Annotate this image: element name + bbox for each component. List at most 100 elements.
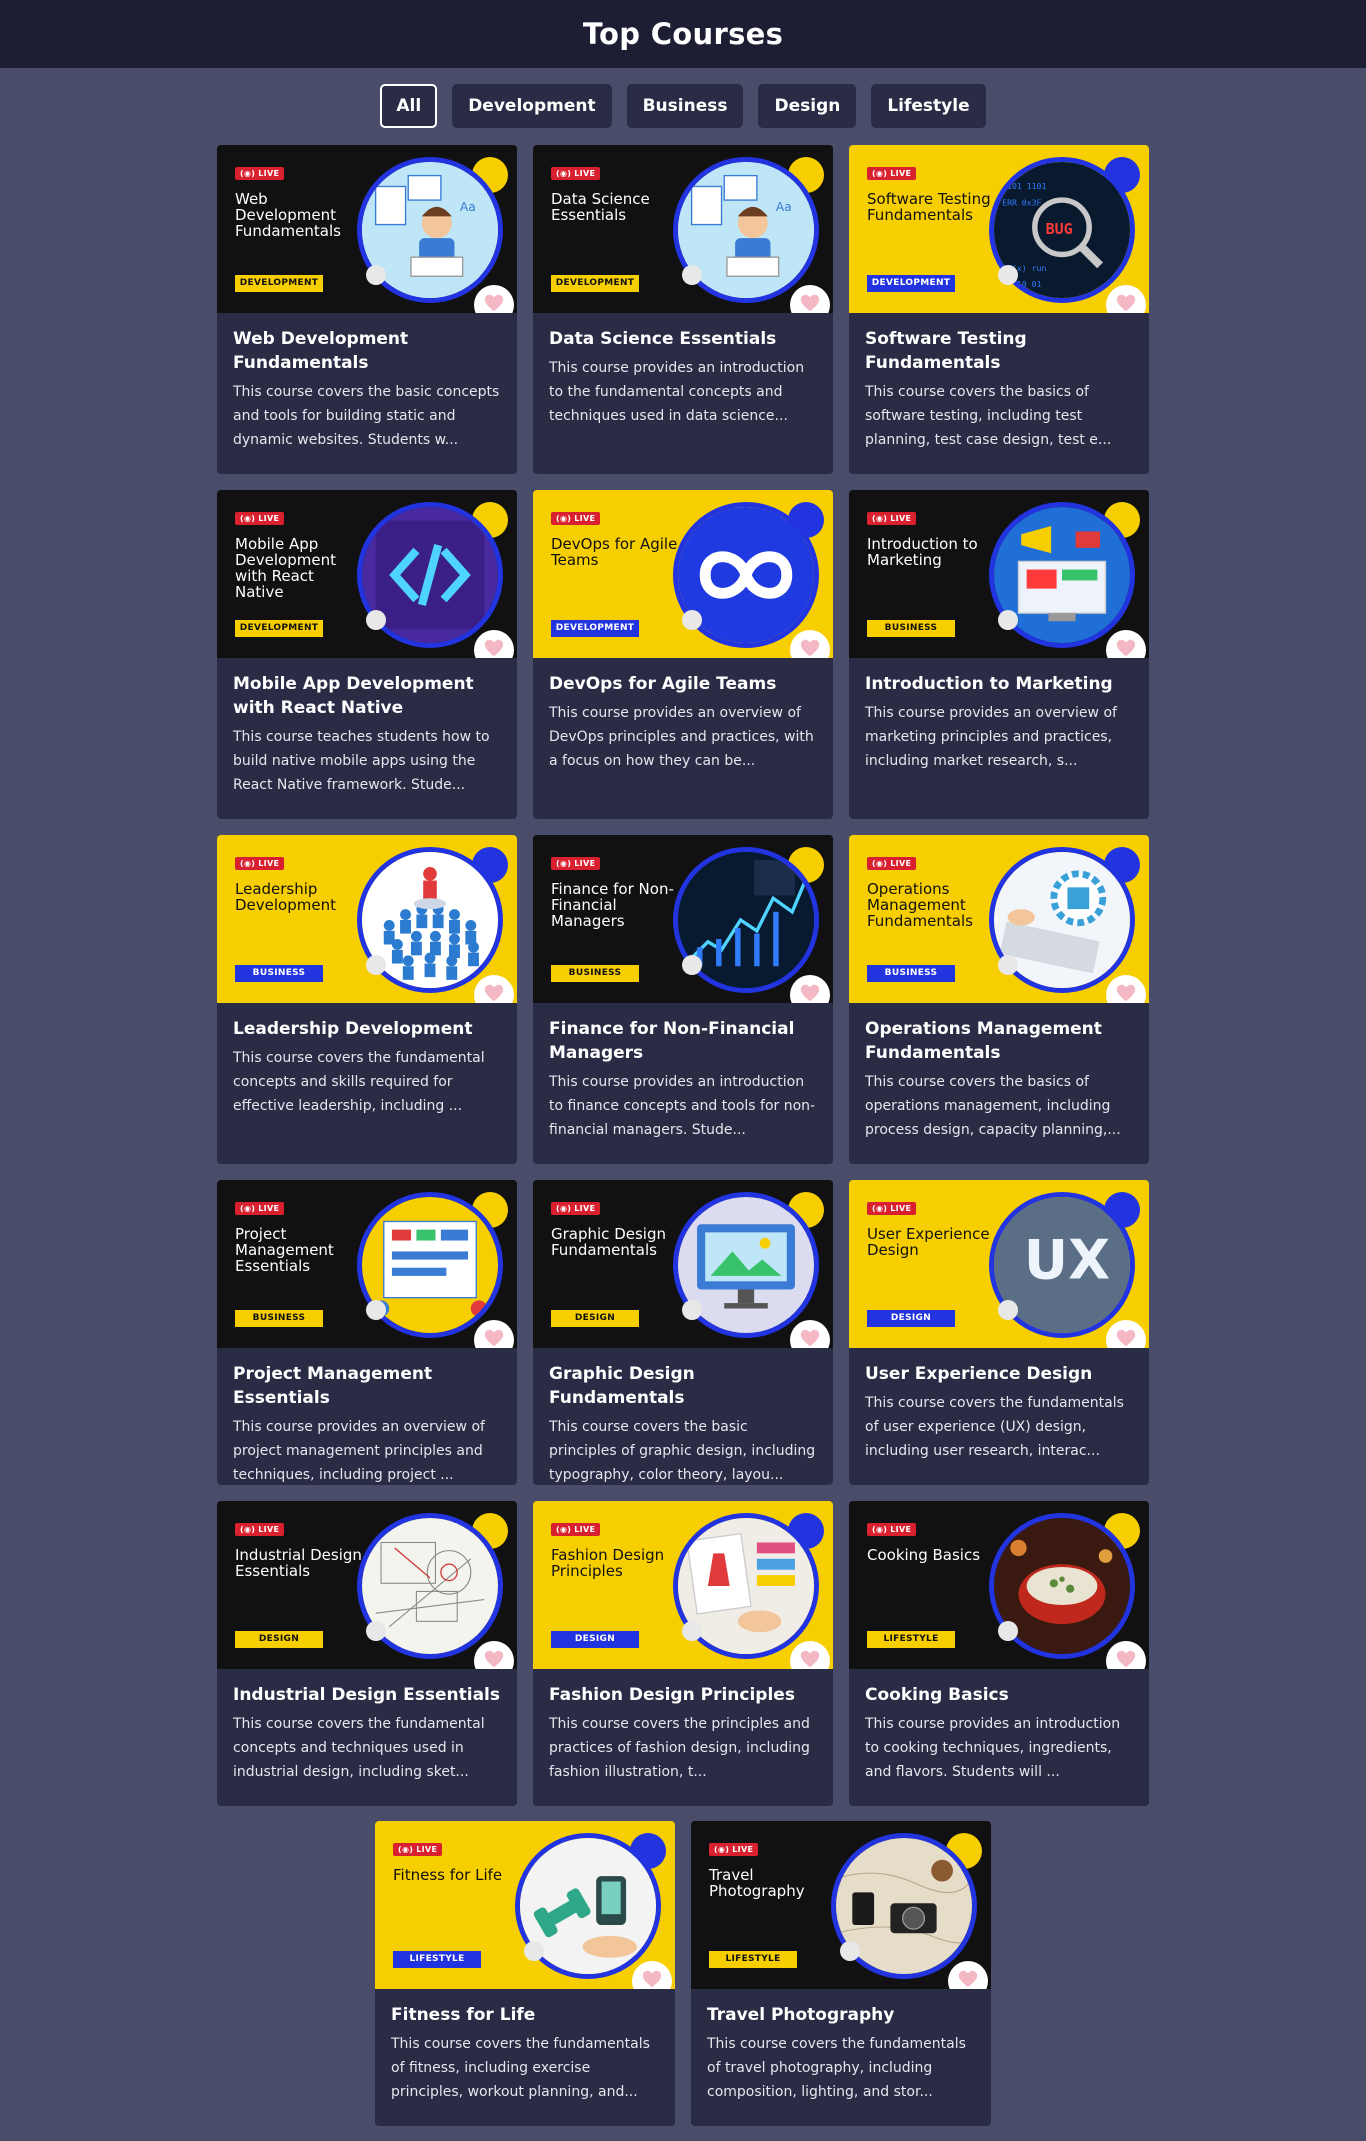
course-thumbnail[interactable]: (◉) LIVE Operations Management Fundamenta… [849,835,1149,1003]
course-card[interactable]: (◉) LIVE Industrial Design Essentials DESI… [217,1501,517,1806]
course-title[interactable]: User Experience Design [865,1362,1133,1386]
filter-business-button[interactable]: Business [626,84,744,128]
course-card[interactable]: (◉) LIVE Fitness for Life LIFESTYLE Fitness… [375,1821,675,2126]
course-thumbnail[interactable]: (◉) LIVE Data Science Essentials DEVELOPME… [533,145,833,313]
course-card[interactable]: (◉) LIVE Travel Photography LIFESTYLE Trave… [691,1821,991,2126]
course-card[interactable]: (◉) LIVE Introduction to Marketing BUSINES… [849,490,1149,819]
favorite-button[interactable] [790,285,830,313]
course-title[interactable]: Travel Photography [707,2003,975,2027]
course-thumbnail[interactable]: (◉) LIVE Introduction to Marketing BUSINES… [849,490,1149,658]
course-thumbnail[interactable]: (◉) LIVE Software Testing Fundamentals DEV… [849,145,1149,313]
course-thumbnail[interactable]: (◉) LIVE Fitness for Life LIFESTYLE [375,1821,675,1989]
course-description: This course provides an overview of DevO… [549,705,814,769]
favorite-button[interactable] [1106,1641,1146,1669]
course-title[interactable]: Finance for Non-Financial Managers [549,1017,817,1065]
favorite-button[interactable] [474,630,514,658]
decorative-dot [366,610,386,630]
course-thumbnail[interactable]: (◉) LIVE DevOps for Agile Teams DEVELOPMEN… [533,490,833,658]
course-description: This course provides an introduction to … [549,360,805,424]
heart-glyph [484,984,504,1002]
course-thumbnail[interactable]: (◉) LIVE Graphic Design Fundamentals DESIG… [533,1180,833,1348]
course-thumbnail[interactable]: (◉) LIVE Web Development Fundamentals DEVE… [217,145,517,313]
course-thumbnail[interactable]: (◉) LIVE Cooking Basics LIFESTYLE [849,1501,1149,1669]
course-title[interactable]: Leadership Development [233,1017,501,1041]
course-card[interactable]: (◉) LIVE Web Development Fundamentals DEVE… [217,145,517,474]
course-thumbnail[interactable]: (◉) LIVE Mobile App Development with Reac… [217,490,517,658]
favorite-button[interactable] [474,1320,514,1348]
course-thumbnail[interactable]: (◉) LIVE Travel Photography LIFESTYLE [691,1821,991,1989]
course-title[interactable]: Fitness for Life [391,2003,659,2027]
favorite-button[interactable] [632,1961,672,1989]
course-thumbnail[interactable]: (◉) LIVE Project Management Essentials BUS… [217,1180,517,1348]
course-card[interactable]: (◉) LIVE DevOps for Agile Teams DEVELOPMEN… [533,490,833,819]
heart-glyph [484,639,504,657]
favorite-button[interactable] [474,1641,514,1669]
favorite-button[interactable] [474,975,514,1003]
course-title[interactable]: Industrial Design Essentials [233,1683,501,1707]
favorite-button[interactable] [1106,1320,1146,1348]
course-description: This course covers the principles and pr… [549,1716,810,1780]
course-thumbnail[interactable]: (◉) LIVE User Experience Design DESIGN UX [849,1180,1149,1348]
course-card[interactable]: (◉) LIVE Graphic Design Fundamentals DESIG… [533,1180,833,1485]
favorite-button[interactable] [790,630,830,658]
course-thumbnail[interactable]: (◉) LIVE Finance for Non-Financial Manage… [533,835,833,1003]
heart-glyph [484,1650,504,1668]
course-info: DevOps for Agile Teams This course provid… [533,658,833,789]
favorite-button[interactable] [948,1961,988,1989]
course-thumbnail[interactable]: (◉) LIVE Fashion Design Principles DESIGN [533,1501,833,1669]
course-thumbnail[interactable]: (◉) LIVE Industrial Design Essentials DESI… [217,1501,517,1669]
category-badge: BUSINESS [235,965,323,982]
course-card[interactable]: (◉) LIVE Mobile App Development with Reac… [217,490,517,819]
course-card[interactable]: (◉) LIVE Data Science Essentials DEVELOPME… [533,145,833,474]
course-title[interactable]: Graphic Design Fundamentals [549,1362,817,1410]
course-thumbnail[interactable]: (◉) LIVE Leadership Development BUSINESS [217,835,517,1003]
favorite-button[interactable] [790,1320,830,1348]
filter-lifestyle-button[interactable]: Lifestyle [871,84,986,128]
course-title[interactable]: Introduction to Marketing [865,672,1133,696]
filter-development-button[interactable]: Development [452,84,612,128]
thumbnail-title: Leadership Development [235,880,336,914]
heart-icon [799,982,821,1003]
course-description: This course covers the basic concepts an… [233,384,500,448]
category-badge: DEVELOPMENT [235,275,323,292]
filter-design-button[interactable]: Design [758,84,857,128]
thumbnail-title: Project Management Essentials [235,1225,334,1275]
course-card[interactable]: (◉) LIVE Fashion Design Principles DESIGN F… [533,1501,833,1806]
heart-glyph [1116,294,1136,312]
course-title[interactable]: DevOps for Agile Teams [549,672,817,696]
decorative-dot [682,1621,702,1641]
favorite-button[interactable] [1106,630,1146,658]
favorite-button[interactable] [790,1641,830,1669]
course-title[interactable]: Fashion Design Principles [549,1683,817,1707]
course-card[interactable]: (◉) LIVE Project Management Essentials BUS… [217,1180,517,1485]
filter-all-button[interactable]: All [380,84,438,128]
live-badge: (◉) LIVE [551,1523,601,1536]
heart-glyph [800,639,820,657]
course-card[interactable]: (◉) LIVE Operations Management Fundamenta… [849,835,1149,1164]
course-card[interactable]: (◉) LIVE Finance for Non-Financial Manage… [533,835,833,1164]
category-badge: LIFESTYLE [393,1951,481,1968]
decorative-dot [682,610,702,630]
category-badge: DEVELOPMENT [551,275,639,292]
course-title[interactable]: Cooking Basics [865,1683,1133,1707]
favorite-button[interactable] [790,975,830,1003]
course-title[interactable]: Project Management Essentials [233,1362,501,1410]
live-badge: (◉) LIVE [867,857,917,870]
course-title[interactable]: Operations Management Fundamentals [865,1017,1133,1065]
favorite-button[interactable] [1106,975,1146,1003]
course-title[interactable]: Web Development Fundamentals [233,327,501,375]
course-card[interactable]: (◉) LIVE Cooking Basics LIFESTYLE Cooking B… [849,1501,1149,1806]
favorite-button[interactable] [474,285,514,313]
course-title[interactable]: Software Testing Fundamentals [865,327,1133,375]
favorite-button[interactable] [1106,285,1146,313]
live-badge: (◉) LIVE [867,167,917,180]
decorative-dot [998,265,1018,285]
course-title[interactable]: Mobile App Development with React Native [233,672,501,720]
course-title[interactable]: Data Science Essentials [549,327,817,351]
course-card[interactable]: (◉) LIVE Software Testing Fundamentals DEV… [849,145,1149,474]
course-info: Finance for Non-Financial Managers This c… [533,1003,833,1158]
thumbnail-title: DevOps for Agile Teams [551,535,678,569]
course-card[interactable]: (◉) LIVE User Experience Design DESIGN UX Us… [849,1180,1149,1485]
heart-icon [799,1648,821,1669]
course-card[interactable]: (◉) LIVE Leadership Development BUSINESS Le… [217,835,517,1164]
